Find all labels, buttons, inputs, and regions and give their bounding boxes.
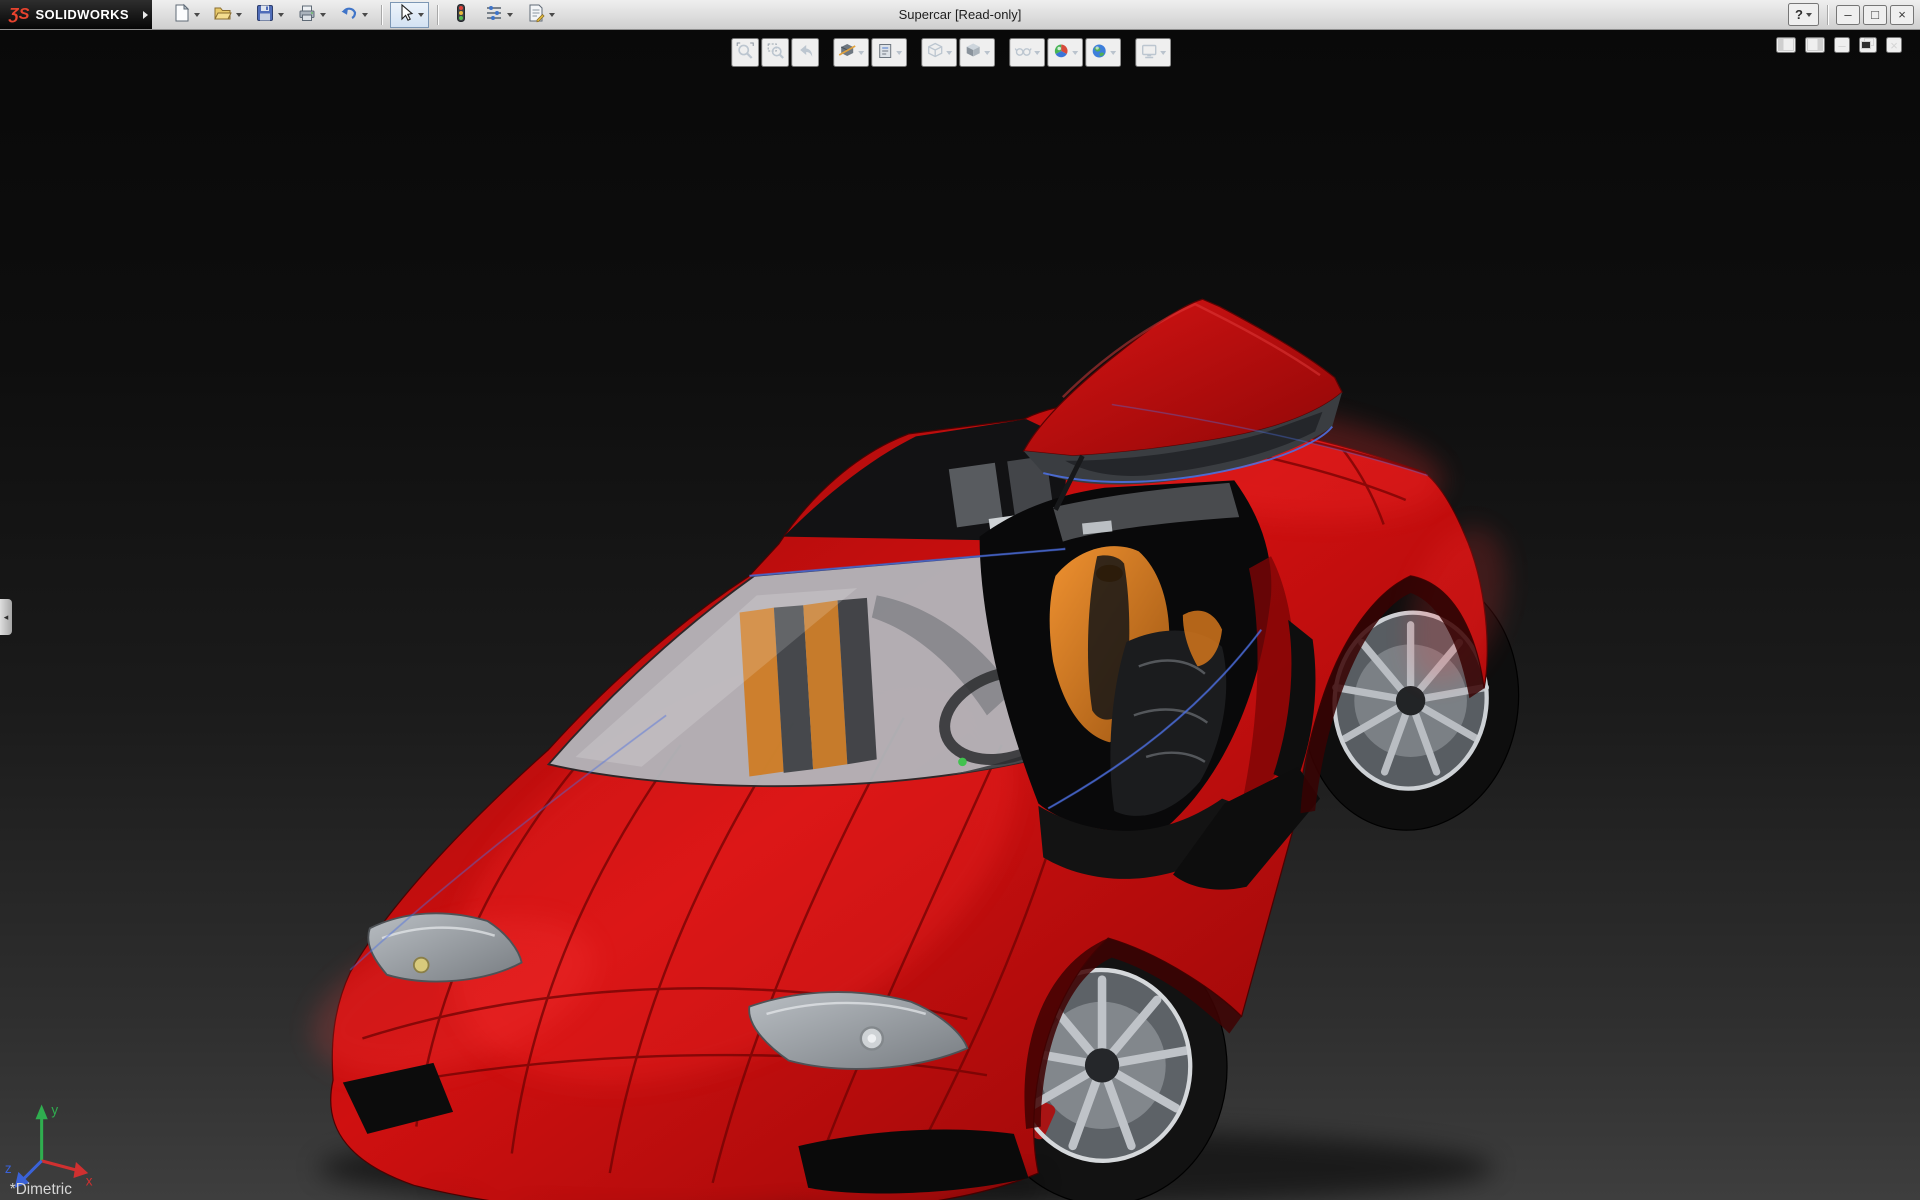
open-folder-icon <box>213 3 233 26</box>
flyout-arrow-icon <box>143 10 149 19</box>
help-dropdown-caret[interactable] <box>1806 12 1812 17</box>
annotations-caret[interactable] <box>896 50 903 55</box>
help-question-icon: ? <box>1795 7 1803 22</box>
view-settings-icon <box>1140 42 1158 63</box>
edit-appearance-caret[interactable] <box>1072 50 1079 55</box>
section-view-caret[interactable] <box>858 50 865 55</box>
document-window-controls: – × <box>1776 37 1902 53</box>
undo-button[interactable] <box>334 2 373 28</box>
pin-right-pane-button[interactable] <box>1805 37 1825 53</box>
options-button[interactable] <box>479 2 518 28</box>
previous-view-button[interactable] <box>791 38 820 67</box>
rebuild-button[interactable] <box>446 2 476 28</box>
triad-y-label: y <box>51 1102 58 1117</box>
save-floppy-icon <box>255 3 275 26</box>
annotations-icon <box>876 42 894 63</box>
toolbar-separator <box>381 4 383 25</box>
zoom-to-area-button[interactable] <box>761 38 790 67</box>
view-settings-caret[interactable] <box>1160 50 1167 55</box>
file-properties-dropdown-caret[interactable] <box>549 12 556 17</box>
apply-scene-globe-icon <box>1090 42 1108 63</box>
pin-left-pane-button[interactable] <box>1776 37 1796 53</box>
orientation-triad: y x z <box>5 1102 93 1188</box>
view-orientation-caret[interactable] <box>946 50 953 55</box>
graphics-area[interactable]: y x z *Dimetric – × ◂ <box>0 30 1920 1200</box>
minimize-window-button[interactable]: – <box>1836 4 1860 25</box>
print-button[interactable] <box>292 2 331 28</box>
edit-appearance-ball-icon <box>1052 42 1070 63</box>
new-dropdown-caret[interactable] <box>194 12 201 17</box>
section-view-icon <box>838 42 856 63</box>
undo-arrow-icon <box>339 3 359 26</box>
apply-scene-button[interactable] <box>1085 38 1122 67</box>
hide-show-glasses-icon <box>1014 42 1032 63</box>
maximize-window-button[interactable]: □ <box>1863 4 1887 25</box>
display-style-icon <box>964 42 982 63</box>
options-dropdown-caret[interactable] <box>507 12 514 17</box>
hide-show-items-button[interactable] <box>1009 38 1046 67</box>
edit-appearance-button[interactable] <box>1047 38 1084 67</box>
open-button[interactable] <box>208 2 247 28</box>
undo-dropdown-caret[interactable] <box>362 12 369 17</box>
file-properties-button[interactable] <box>521 2 560 28</box>
titlebar: ƷS SOLIDWORKS Supercar [Read-only] ? – □… <box>0 0 1920 30</box>
brand-name: SOLIDWORKS <box>35 7 130 22</box>
save-button[interactable] <box>250 2 289 28</box>
file-properties-icon <box>526 3 546 26</box>
view-settings-button[interactable] <box>1135 38 1172 67</box>
restore-document-button[interactable] <box>1859 37 1877 53</box>
zoom-to-fit-button[interactable] <box>731 38 760 67</box>
heads-up-view-toolbar <box>731 38 1172 67</box>
print-dropdown-caret[interactable] <box>320 12 327 17</box>
triad-z-label: z <box>5 1161 12 1176</box>
triad-x-label: x <box>86 1173 93 1188</box>
zoom-to-area-icon <box>766 42 784 63</box>
rebuild-stoplight-icon <box>451 3 471 26</box>
solidworks-window: ƷS SOLIDWORKS Supercar [Read-only] ? – □… <box>0 0 1920 1200</box>
toolbar-flyout-arrow[interactable] <box>139 0 153 29</box>
options-sliders-icon <box>484 3 504 26</box>
supercar-model[interactable] <box>293 298 1532 1200</box>
collapse-arrow-icon: ◂ <box>3 611 9 622</box>
apply-scene-caret[interactable] <box>1110 50 1117 55</box>
solidworks-logo: ƷS SOLIDWORKS <box>0 0 140 29</box>
new-document-icon <box>171 3 191 26</box>
view-orientation-button[interactable] <box>921 38 958 67</box>
open-dropdown-caret[interactable] <box>236 12 243 17</box>
pin-right-pane-icon <box>1807 37 1823 53</box>
view-orientation-cube-icon <box>926 42 944 63</box>
close-document-button[interactable]: × <box>1886 37 1902 53</box>
save-dropdown-caret[interactable] <box>278 12 285 17</box>
printer-icon <box>297 3 317 26</box>
previous-view-icon <box>796 42 814 63</box>
display-style-caret[interactable] <box>984 50 991 55</box>
standard-toolbar <box>166 1 560 28</box>
collapse-pane-tab[interactable]: ◂ <box>0 599 12 635</box>
hide-show-items-caret[interactable] <box>1034 50 1041 55</box>
titlebar-right-controls: ? – □ × <box>1788 3 1920 26</box>
annotations-button[interactable] <box>871 38 908 67</box>
select-cursor-icon <box>395 3 415 26</box>
section-view-button[interactable] <box>833 38 870 67</box>
zoom-to-fit-icon <box>736 42 754 63</box>
toolbar-separator <box>437 4 439 25</box>
display-style-button[interactable] <box>959 38 996 67</box>
minimize-document-button[interactable]: – <box>1834 37 1850 53</box>
help-button[interactable]: ? <box>1788 3 1819 26</box>
restore-document-icon <box>1861 38 1875 52</box>
3ds-logo-icon: ƷS <box>9 5 30 23</box>
new-button[interactable] <box>166 2 205 28</box>
select-button[interactable] <box>390 1 430 28</box>
close-window-button[interactable]: × <box>1890 4 1914 25</box>
pin-left-pane-icon <box>1778 37 1794 53</box>
3d-scene[interactable]: y x z *Dimetric <box>0 30 1920 1200</box>
select-dropdown-caret[interactable] <box>418 12 425 17</box>
view-orientation-label: *Dimetric <box>10 1181 72 1198</box>
toolbar-separator <box>1827 4 1828 25</box>
